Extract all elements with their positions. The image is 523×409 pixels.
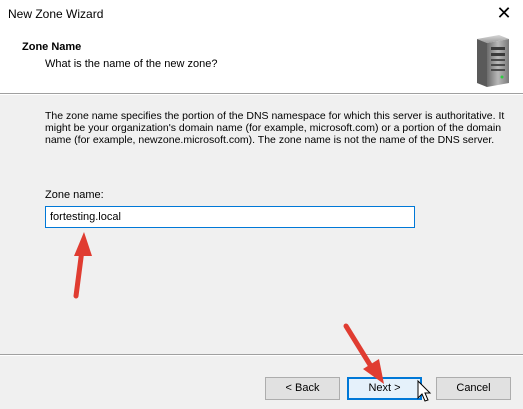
title-bar: New Zone Wizard ✕ bbox=[0, 0, 523, 28]
zone-name-label: Zone name: bbox=[45, 189, 104, 201]
wizard-header: Zone Name What is the name of the new zo… bbox=[0, 28, 523, 92]
cancel-button[interactable]: Cancel bbox=[436, 377, 511, 400]
close-icon[interactable]: ✕ bbox=[493, 2, 515, 24]
page-subtitle: What is the name of the new zone? bbox=[45, 58, 218, 70]
next-button[interactable]: Next > bbox=[347, 377, 422, 400]
page-title: Zone Name bbox=[22, 41, 82, 53]
wizard-body: The zone name specifies the portion of t… bbox=[0, 95, 523, 409]
back-button[interactable]: < Back bbox=[265, 377, 340, 400]
zone-name-description: The zone name specifies the portion of t… bbox=[45, 110, 505, 146]
zone-name-input[interactable] bbox=[45, 206, 415, 228]
server-icon bbox=[477, 35, 509, 87]
window-title: New Zone Wizard bbox=[8, 7, 104, 21]
